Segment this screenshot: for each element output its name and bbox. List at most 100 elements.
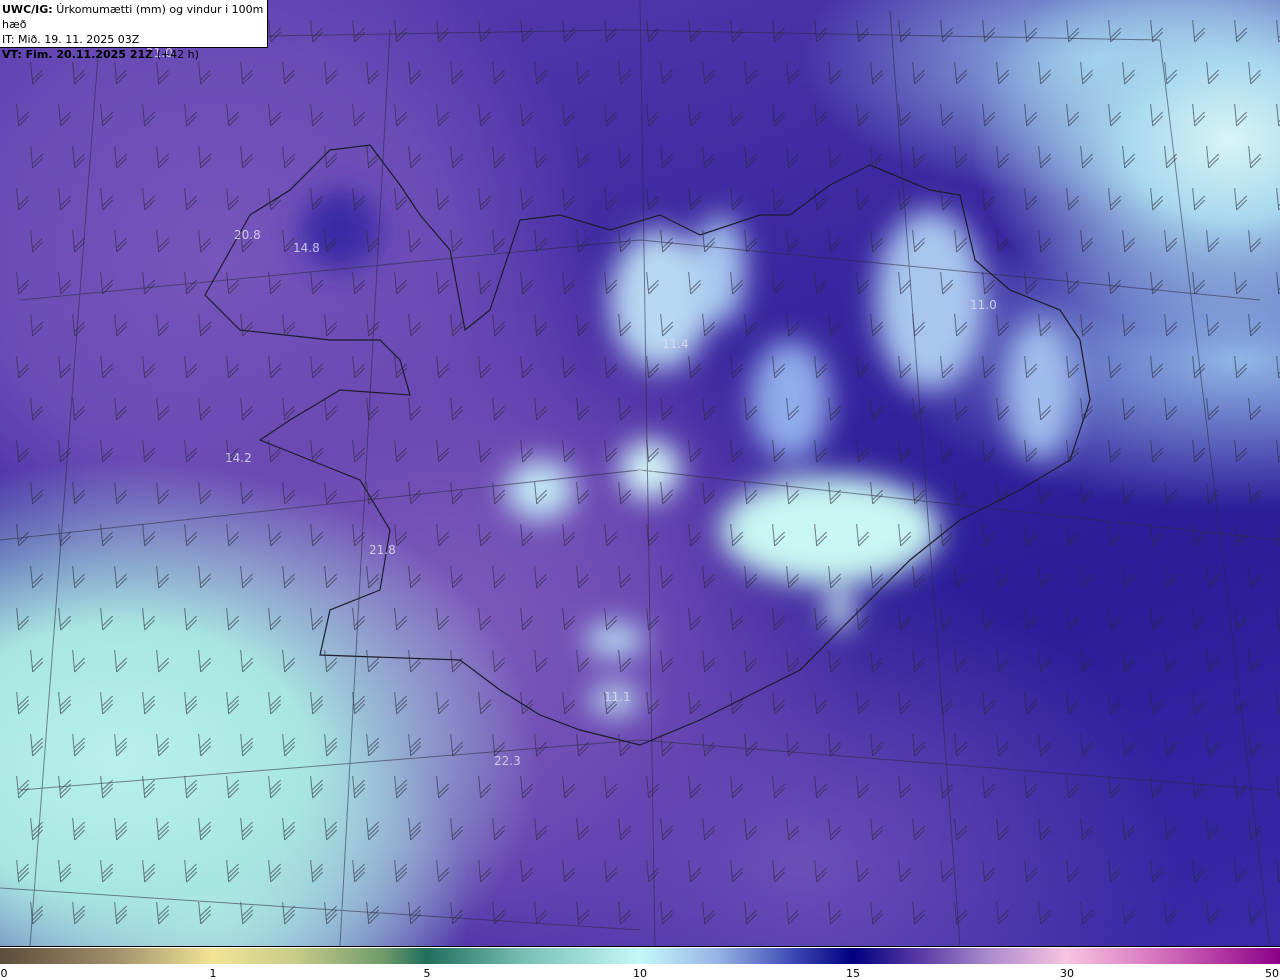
wind-barb <box>786 229 800 253</box>
wind-barb <box>1122 313 1136 337</box>
wind-barb <box>1150 103 1164 127</box>
wind-barb <box>30 397 44 421</box>
wind-barb <box>100 523 114 547</box>
wind-barb <box>1150 187 1164 211</box>
wind-barb <box>1122 565 1136 589</box>
wind-barb <box>1206 733 1220 757</box>
wind-barb <box>324 649 338 673</box>
wind-barb <box>310 607 324 631</box>
wind-barb <box>226 103 240 127</box>
colorbar-tick: 10 <box>633 967 647 980</box>
wind-barb <box>156 229 170 253</box>
wind-barb <box>394 775 408 799</box>
wind-barb <box>1024 859 1038 883</box>
wind-barb <box>408 313 422 337</box>
wind-barb <box>184 775 198 799</box>
wind-barb <box>1024 523 1038 547</box>
wind-barb <box>114 145 128 169</box>
wind-barb <box>940 775 954 799</box>
wind-barb <box>366 313 380 337</box>
map-value-label: 11.4 <box>662 337 689 351</box>
wind-barb <box>576 481 590 505</box>
wind-barb <box>478 691 492 715</box>
wind-barb <box>268 691 282 715</box>
wind-barb <box>828 649 842 673</box>
wind-barb <box>912 901 926 925</box>
wind-barb <box>954 481 968 505</box>
wind-barb <box>1248 313 1262 337</box>
wind-barb <box>114 565 128 589</box>
wind-barb <box>646 691 660 715</box>
wind-barb <box>954 733 968 757</box>
wind-barb <box>1234 19 1248 43</box>
wind-barb <box>198 61 212 85</box>
wind-barb <box>1108 775 1122 799</box>
wind-barb <box>58 103 72 127</box>
wind-barb <box>870 61 884 85</box>
wind-barb <box>1192 187 1206 211</box>
wind-barb <box>394 859 408 883</box>
wind-barb <box>1150 19 1164 43</box>
wind-barb <box>744 229 758 253</box>
wind-barb <box>730 775 744 799</box>
wind-barb <box>562 271 576 295</box>
wind-barb <box>1024 607 1038 631</box>
wind-barb <box>520 103 534 127</box>
wind-barb <box>1108 859 1122 883</box>
wind-barb <box>772 691 786 715</box>
colorbar-tick: 1 <box>209 967 217 980</box>
wind-barb <box>982 103 996 127</box>
wind-barb <box>1164 817 1178 841</box>
wind-barb <box>1038 565 1052 589</box>
wind-barb <box>1038 649 1052 673</box>
wind-barb <box>114 901 128 925</box>
wind-barb <box>282 397 296 421</box>
wind-barb <box>478 19 492 43</box>
wind-barb <box>394 355 408 379</box>
wind-barb <box>772 775 786 799</box>
wind-barb <box>16 691 30 715</box>
wind-barb <box>1206 397 1220 421</box>
map-header: UWC/IG: Úrkomumætti (mm) og vindur i 100… <box>0 0 268 61</box>
wind-barb <box>1038 145 1052 169</box>
wind-barb <box>814 691 828 715</box>
wind-barb <box>72 397 86 421</box>
wind-barb <box>744 313 758 337</box>
wind-barb <box>324 733 338 757</box>
wind-barb <box>30 817 44 841</box>
wind-barb <box>156 145 170 169</box>
precipitation-highlights <box>300 190 1075 715</box>
wind-barb <box>240 313 254 337</box>
wind-barb <box>436 775 450 799</box>
wind-barb <box>940 187 954 211</box>
wind-barb <box>450 901 464 925</box>
wind-barb <box>492 229 506 253</box>
wind-barb <box>450 817 464 841</box>
wind-barb <box>156 901 170 925</box>
wind-barb <box>702 61 716 85</box>
wind-barb <box>1192 859 1206 883</box>
wind-barb <box>1248 481 1262 505</box>
wind-barb <box>478 103 492 127</box>
wind-barb <box>996 61 1010 85</box>
wind-barb <box>16 103 30 127</box>
wind-barb <box>226 523 240 547</box>
wind-barb <box>324 565 338 589</box>
wind-barb <box>1122 397 1136 421</box>
wind-barb <box>1038 817 1052 841</box>
wind-barb <box>814 271 828 295</box>
wind-barb <box>786 649 800 673</box>
wind-barb <box>1192 439 1206 463</box>
wind-barb <box>1164 61 1178 85</box>
wind-barb <box>618 565 632 589</box>
wind-barb <box>1206 901 1220 925</box>
wind-barb <box>436 187 450 211</box>
wind-barb <box>226 775 240 799</box>
wind-barb <box>100 859 114 883</box>
wind-barb <box>520 775 534 799</box>
wind-barb <box>730 439 744 463</box>
wind-barb <box>100 271 114 295</box>
wind-barb <box>1024 103 1038 127</box>
wind-barb <box>618 733 632 757</box>
wind-barb <box>786 145 800 169</box>
